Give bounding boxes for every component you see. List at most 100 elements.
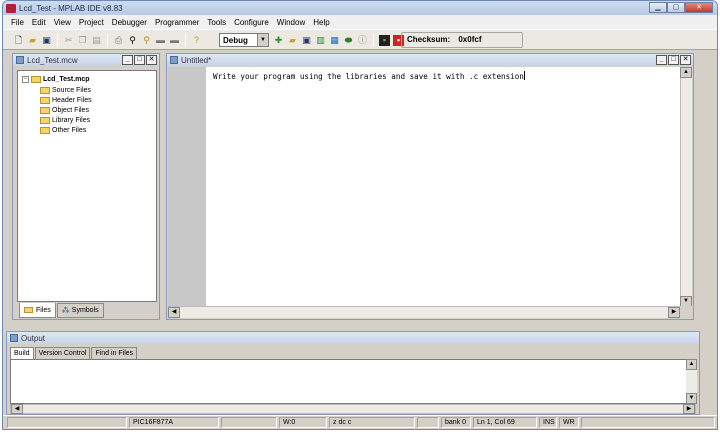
tree-folder-object-files[interactable]: Object Files (40, 107, 89, 114)
status-blank (7, 417, 127, 428)
program-device-icon[interactable]: ▪ (379, 34, 390, 46)
menu-help[interactable]: Help (309, 18, 333, 27)
output-text-area[interactable] (10, 359, 696, 404)
menu-edit[interactable]: Edit (28, 18, 50, 27)
tab-build[interactable]: Build (10, 347, 34, 359)
tab-version-control[interactable]: Version Control (34, 347, 91, 359)
scroll-up-icon[interactable]: ▲ (680, 67, 692, 78)
editor-window-controls: _ □ ✕ (656, 55, 691, 65)
tab-files[interactable]: Files (19, 303, 56, 318)
status-write-mode: WR (559, 417, 579, 428)
scroll-left-icon[interactable]: ◀ (168, 307, 180, 318)
menu-debugger[interactable]: Debugger (108, 18, 151, 27)
editor-gutter (168, 67, 206, 307)
menu-configure[interactable]: Configure (230, 18, 273, 27)
toolbar-separator (185, 33, 186, 47)
open-folder-icon[interactable]: ▰ (27, 35, 38, 46)
project-maximize-button[interactable]: □ (134, 55, 145, 65)
make-icon[interactable]: ⬬ (343, 35, 354, 46)
folder-icon (40, 87, 50, 94)
print-icon[interactable]: ⎙ (113, 35, 124, 46)
bookmark-next-icon[interactable]: ▬ (169, 35, 180, 46)
tree-folder-header-files[interactable]: Header Files (40, 97, 92, 104)
open-project-icon[interactable]: ▰ (287, 35, 298, 46)
cut-icon[interactable]: ✂ (63, 35, 74, 46)
output-vertical-scrollbar[interactable]: ▲ ▼ (686, 359, 697, 404)
tree-folder-label: Library Files (52, 117, 91, 124)
menu-bar: File Edit View Project Debugger Programm… (3, 15, 717, 29)
project-minimize-button[interactable]: _ (122, 55, 133, 65)
project-tree: − Lcd_Test.mcp Source Files Header Files… (17, 70, 157, 302)
find-in-files-icon[interactable]: ⚲ (141, 35, 152, 46)
editor-maximize-button[interactable]: □ (668, 55, 679, 65)
find-icon[interactable]: ⚲ (127, 35, 138, 46)
status-blank (221, 417, 277, 428)
tree-folder-other-files[interactable]: Other Files (40, 127, 86, 134)
copy-icon[interactable]: ❐ (77, 35, 88, 46)
new-project-icon[interactable]: ✚ (273, 35, 284, 46)
tab-find-in-files[interactable]: Find in Files (91, 347, 138, 359)
menu-view[interactable]: View (50, 18, 75, 27)
output-window-title-bar[interactable]: Output (7, 332, 699, 344)
bookmark-icon[interactable]: ▬ (155, 35, 166, 46)
window-title: Lcd_Test - MPLAB IDE v8.83 (19, 3, 123, 13)
project-root-label: Lcd_Test.mcp (43, 76, 90, 83)
help-icon[interactable]: ? (191, 35, 202, 46)
title-bar: Lcd_Test - MPLAB IDE v8.83 ▁ ▢ ✕ (3, 1, 717, 15)
menu-tools[interactable]: Tools (203, 18, 230, 27)
output-horizontal-scrollbar[interactable]: ◀ ▶ (10, 404, 696, 414)
status-w-register: W:0 (279, 417, 327, 428)
code-editor[interactable]: Write your program using the libraries a… (206, 67, 680, 307)
tree-folder-label: Object Files (52, 107, 89, 114)
folder-icon (40, 97, 50, 104)
toolbar-file-group: 🗋 ▰ ▣ ✂ ❐ ▤ ⎙ ⚲ ⚲ ▬ ▬ ? (13, 32, 202, 48)
tab-symbols[interactable]: ⁂ Symbols (56, 303, 104, 318)
menu-programmer[interactable]: Programmer (151, 18, 203, 27)
minimize-button[interactable]: ▁ (649, 2, 667, 13)
menu-file[interactable]: File (7, 18, 28, 27)
editor-minimize-button[interactable]: _ (656, 55, 667, 65)
save-icon[interactable]: ▣ (41, 35, 52, 46)
collapse-icon[interactable]: − (22, 76, 29, 83)
info-icon[interactable]: ⓘ (357, 35, 368, 46)
build-icon[interactable]: ▥ (315, 35, 326, 46)
scroll-right-icon[interactable]: ▶ (683, 404, 695, 414)
mplab-ide-window: Lcd_Test - MPLAB IDE v8.83 ▁ ▢ ✕ File Ed… (2, 0, 718, 430)
editor-window-title-bar[interactable]: Untitled* (167, 54, 693, 66)
menu-window[interactable]: Window (273, 18, 309, 27)
resize-grip-icon[interactable] (680, 306, 692, 318)
tab-symbols-label: Symbols (71, 307, 99, 314)
editor-horizontal-scrollbar[interactable]: ◀ ▶ (168, 306, 680, 318)
paste-icon[interactable]: ▤ (91, 35, 102, 46)
menu-project[interactable]: Project (75, 18, 108, 27)
editor-vertical-scrollbar[interactable]: ▲ ▼ (680, 67, 692, 307)
workspace-icon (16, 56, 24, 64)
scroll-up-icon[interactable]: ▲ (686, 359, 697, 370)
close-button[interactable]: ✕ (685, 2, 713, 13)
output-icon (10, 334, 18, 342)
build-configuration-select[interactable]: Debug ▼ (219, 33, 269, 47)
rebuild-icon[interactable]: ▦ (329, 35, 340, 46)
output-window: Output Build Version Control Find in Fil… (6, 331, 700, 415)
toolbar: 🗋 ▰ ▣ ✂ ❐ ▤ ⎙ ⚲ ⚲ ▬ ▬ ? Debug ▼ ✚ ▰ ▣ ▥ … (3, 29, 717, 50)
folder-icon (24, 307, 33, 313)
save-project-icon[interactable]: ▣ (301, 35, 312, 46)
new-file-icon[interactable]: 🗋 (13, 35, 24, 46)
editor-close-button[interactable]: ✕ (680, 55, 691, 65)
maximize-button[interactable]: ▢ (667, 2, 685, 13)
project-close-button[interactable]: ✕ (146, 55, 157, 65)
project-root-node[interactable]: − Lcd_Test.mcp (22, 76, 90, 83)
tab-files-label: Files (36, 306, 51, 314)
document-icon (170, 56, 178, 64)
symbols-icon: ⁂ (61, 306, 70, 315)
scroll-right-icon[interactable]: ▶ (668, 307, 680, 318)
chevron-down-icon[interactable]: ▼ (257, 34, 268, 46)
scroll-left-icon[interactable]: ◀ (11, 404, 23, 414)
toolbar-separator (373, 33, 374, 47)
status-cursor-position: Ln 1, Col 69 (473, 417, 537, 428)
tree-folder-source-files[interactable]: Source Files (40, 87, 91, 94)
tree-folder-library-files[interactable]: Library Files (40, 117, 90, 124)
tree-folder-label: Other Files (52, 127, 87, 134)
editor-window-title: Untitled* (181, 55, 212, 65)
scroll-down-icon[interactable]: ▼ (686, 393, 697, 404)
